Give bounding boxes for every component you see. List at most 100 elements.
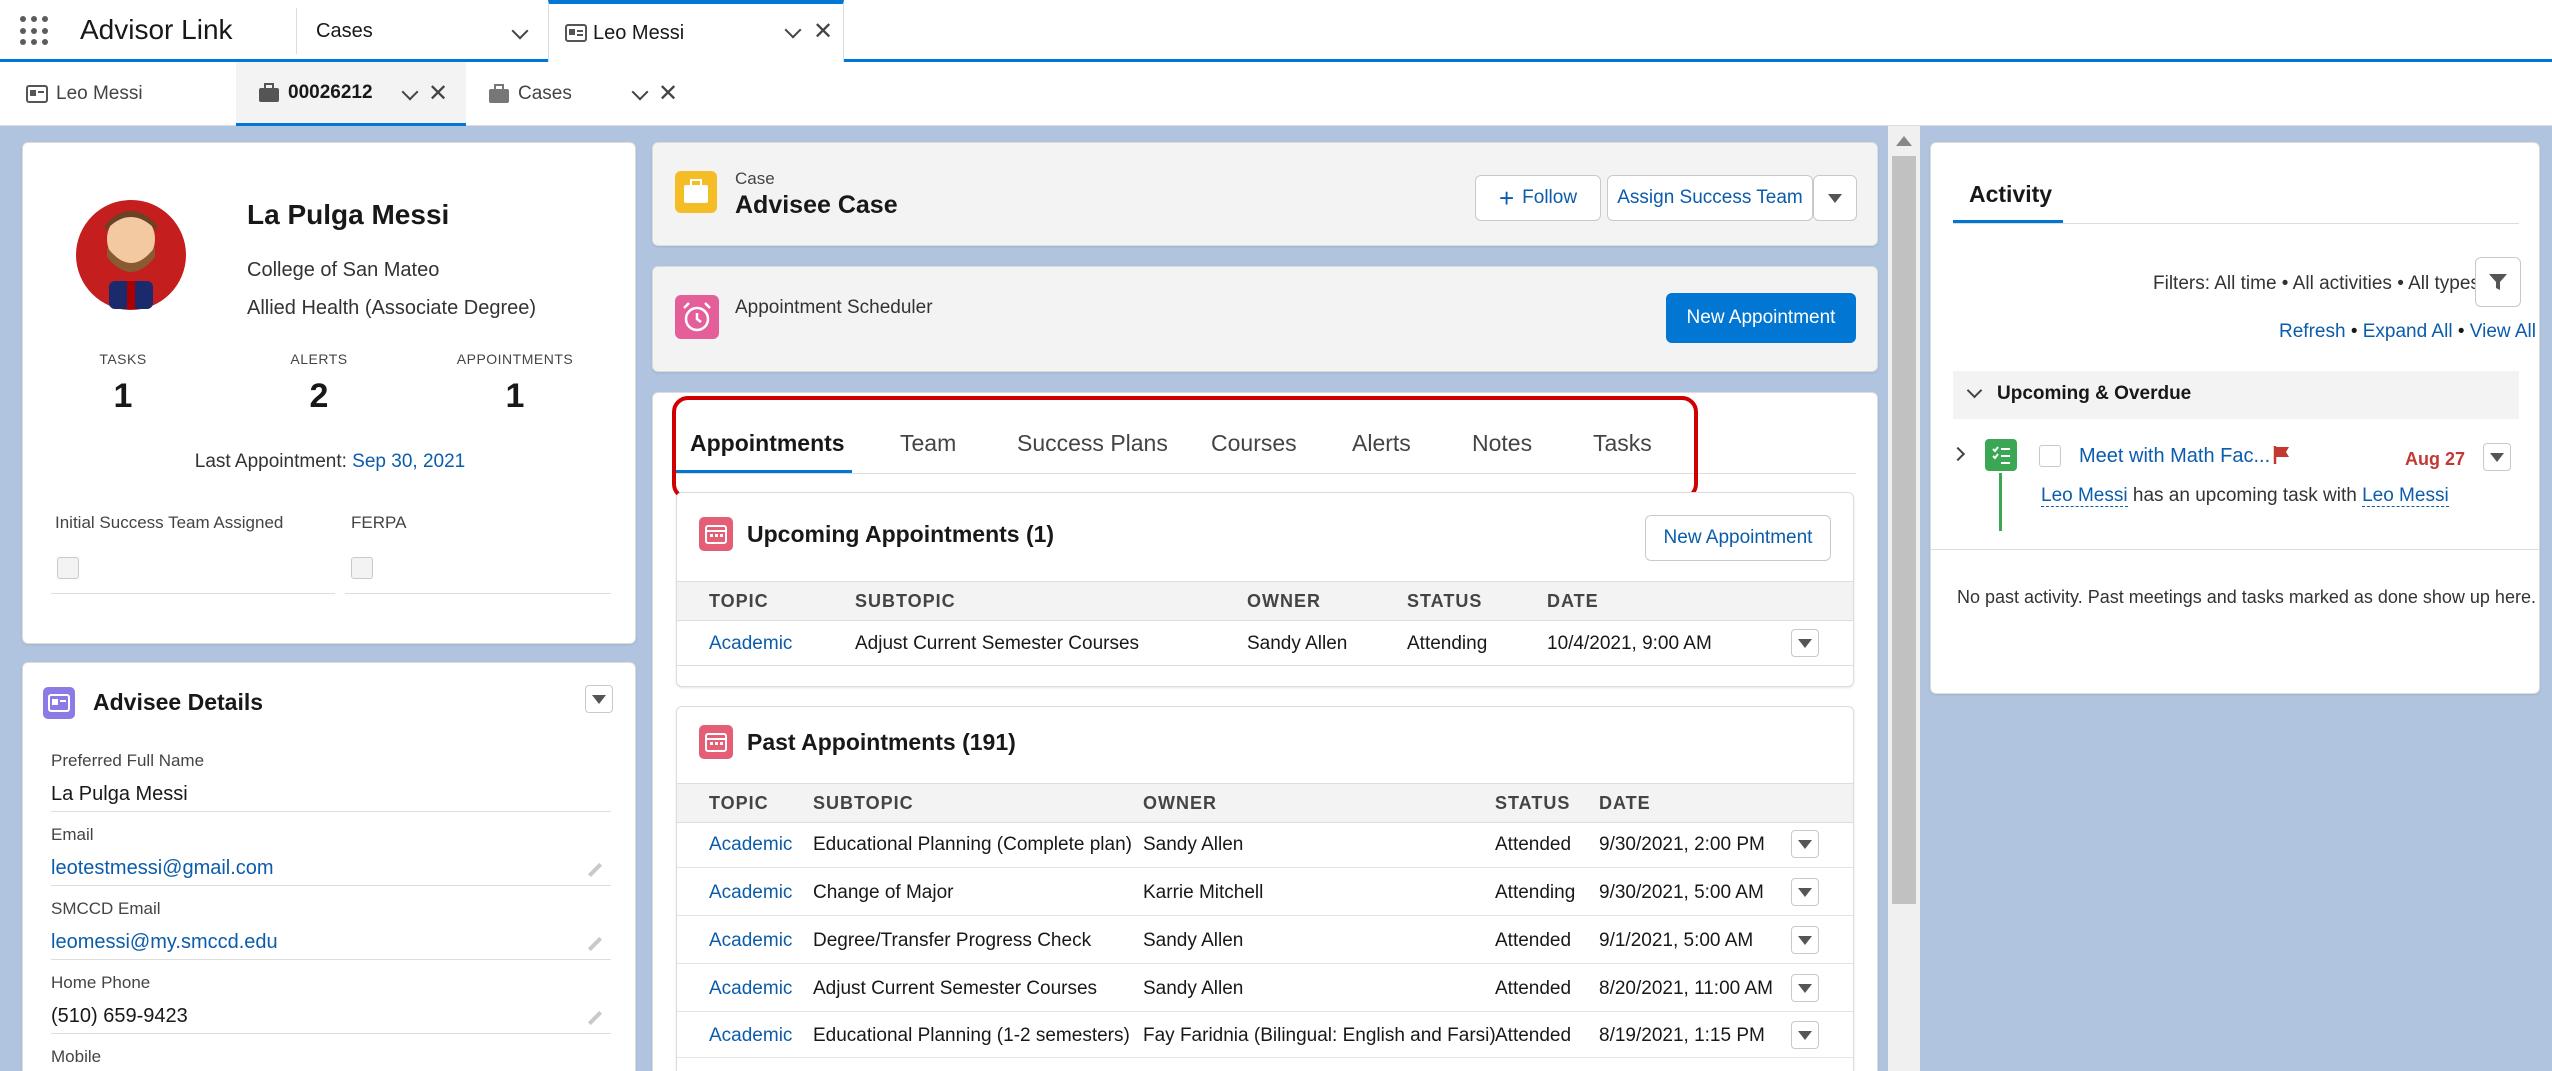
row-actions-button[interactable] xyxy=(1791,974,1819,1002)
task-with-link[interactable]: Leo Messi xyxy=(2362,485,2449,507)
edit-pencil-icon[interactable] xyxy=(587,936,603,952)
filter-icon xyxy=(2489,274,2507,290)
topic-link[interactable]: Academic xyxy=(709,834,792,856)
row-actions-button[interactable] xyxy=(1791,629,1819,657)
task-title-link[interactable]: Meet with Math Fac... xyxy=(2079,445,2270,468)
activity-card: Activity Filters: All time • All activit… xyxy=(1930,142,2540,694)
profile-college: College of San Mateo xyxy=(247,259,440,281)
nav-tab-cases[interactable]: Cases xyxy=(296,0,492,62)
details-menu-button[interactable] xyxy=(585,685,613,713)
subtab-label: Leo Messi xyxy=(56,83,143,104)
chevron-down-icon xyxy=(1798,638,1812,648)
edit-pencil-icon[interactable] xyxy=(587,1010,603,1026)
subtab-case-number[interactable]: 00026212 ✕ xyxy=(236,62,466,126)
scrollbar-thumb[interactable] xyxy=(1892,156,1916,904)
alarm-clock-icon xyxy=(675,295,719,339)
subtab-leo-messi[interactable]: Leo Messi xyxy=(0,62,236,126)
subtab-cases[interactable]: Cases ✕ xyxy=(466,62,686,126)
chevron-right-icon[interactable] xyxy=(1950,446,1966,462)
divider xyxy=(677,1057,1853,1058)
filter-button[interactable] xyxy=(2475,257,2521,307)
status-cell: Attended xyxy=(1495,930,1572,951)
details-title: Advisee Details xyxy=(93,689,264,715)
task-actions-button[interactable] xyxy=(2483,443,2511,471)
row-actions-button[interactable] xyxy=(1791,1021,1819,1049)
divider xyxy=(1953,223,2519,224)
topic-link[interactable]: Academic xyxy=(709,882,792,904)
task-who-link[interactable]: Leo Messi xyxy=(2041,485,2128,507)
row-actions-button[interactable] xyxy=(1791,830,1819,858)
status-cell: Attending xyxy=(1407,633,1488,654)
chevron-down-icon[interactable] xyxy=(784,21,802,39)
date-cell: 9/1/2021, 5:00 AM xyxy=(1599,930,1754,951)
upcoming-title: Upcoming Appointments (1) xyxy=(747,521,1055,547)
activity-tab[interactable]: Activity xyxy=(1969,181,2052,208)
task-checkbox[interactable] xyxy=(2039,445,2061,467)
case-title: Advisee Case xyxy=(735,191,898,219)
topic-link[interactable]: Academic xyxy=(709,1025,792,1047)
owner-cell: Sandy Allen xyxy=(1143,834,1244,855)
stat-tasks: TASKS 1 xyxy=(23,351,223,416)
scrollbar-track[interactable] xyxy=(1888,126,1920,1071)
calendar-icon xyxy=(699,517,733,551)
status-cell: Attending xyxy=(1495,882,1576,903)
close-icon[interactable]: ✕ xyxy=(428,82,448,106)
ferpa-checkbox xyxy=(351,557,373,579)
close-icon[interactable]: ✕ xyxy=(813,20,833,44)
view-all-link[interactable]: View All xyxy=(2470,321,2536,342)
contact-card-icon xyxy=(43,687,75,719)
case-actions-menu[interactable] xyxy=(1813,175,1857,221)
last-appointment-link[interactable]: Sep 30, 2021 xyxy=(352,451,465,472)
chevron-down-icon[interactable] xyxy=(401,83,419,101)
owner-cell: Fay Faridnia (Bilingual: English and Far… xyxy=(1143,1025,1496,1046)
briefcase-icon xyxy=(489,84,509,103)
nav-tab-leo-messi[interactable]: Leo Messi ✕ xyxy=(548,0,844,62)
contact-card-icon xyxy=(565,24,587,42)
refresh-link[interactable]: Refresh xyxy=(2279,321,2346,342)
stat-alerts: ALERTS 2 xyxy=(219,351,419,416)
nav-cases-menu[interactable] xyxy=(492,0,548,62)
assign-success-team-button[interactable]: Assign Success Team xyxy=(1607,175,1813,221)
row-actions-button[interactable] xyxy=(1791,926,1819,954)
activity-filters: Filters: All time • All activities • All… xyxy=(2153,273,2480,294)
subtopic-cell: Adjust Current Semester Courses xyxy=(813,978,1098,999)
col-topic: TOPIC xyxy=(709,591,769,611)
divider xyxy=(345,593,611,594)
activity-links: Refresh • Expand All • View All xyxy=(2279,321,2536,343)
topic-link[interactable]: Academic xyxy=(709,978,792,1000)
ferpa-label: FERPA xyxy=(351,513,407,532)
close-icon[interactable]: ✕ xyxy=(658,82,678,106)
date-cell: 9/30/2021, 2:00 PM xyxy=(1599,834,1765,855)
field-label: Mobile xyxy=(51,1047,102,1066)
row-actions-button[interactable] xyxy=(1791,878,1819,906)
task-icon xyxy=(1985,439,2017,471)
edit-pencil-icon[interactable] xyxy=(587,862,603,878)
upcoming-new-appointment-button[interactable]: New Appointment xyxy=(1645,515,1831,561)
stat-label: APPOINTMENTS xyxy=(456,351,574,367)
app-launcher-icon[interactable] xyxy=(20,16,50,46)
new-appointment-button[interactable]: New Appointment xyxy=(1666,293,1856,343)
divider xyxy=(51,811,611,812)
subtopic-cell: Degree/Transfer Progress Check xyxy=(813,930,1092,951)
task-mid-text: has an upcoming task with xyxy=(2132,485,2357,506)
subtopic-cell: Educational Planning (1-2 semesters) xyxy=(813,1025,1130,1046)
advisee-details-card: Advisee Details Preferred Full Name La P… xyxy=(22,662,636,1071)
follow-button[interactable]: + Follow xyxy=(1475,175,1601,221)
chevron-down-icon[interactable] xyxy=(631,83,649,101)
divider xyxy=(677,963,1853,964)
owner-cell: Sandy Allen xyxy=(1143,930,1244,951)
expand-all-link[interactable]: Expand All xyxy=(2363,321,2453,342)
divider xyxy=(677,915,1853,916)
topic-link[interactable]: Academic xyxy=(709,930,792,952)
upcoming-overdue-section[interactable]: Upcoming & Overdue xyxy=(1953,371,2519,419)
email-link[interactable]: leotestmessi@gmail.com xyxy=(51,857,274,880)
scroll-up-arrow-icon[interactable] xyxy=(1896,136,1912,146)
no-past-activity-text: No past activity. Past meetings and task… xyxy=(1957,587,2536,607)
case-type: Case xyxy=(735,169,775,188)
calendar-icon xyxy=(699,725,733,759)
smccd-email-link[interactable]: leomessi@my.smccd.edu xyxy=(51,931,278,954)
new-appointment-label: New Appointment xyxy=(1686,307,1836,328)
divider xyxy=(677,867,1853,868)
topic-link[interactable]: Academic xyxy=(709,633,792,655)
subtab-label: 00026212 xyxy=(288,81,373,103)
